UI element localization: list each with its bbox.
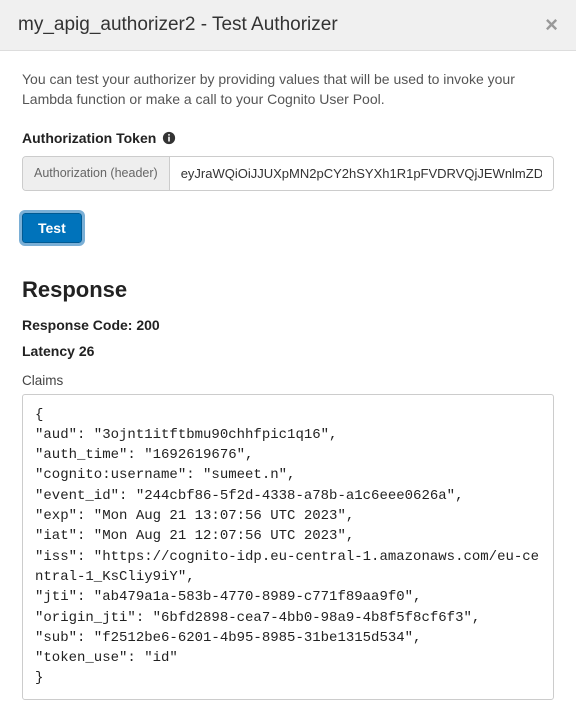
response-title: Response — [22, 277, 554, 303]
auth-token-input[interactable] — [170, 157, 553, 190]
latency-label: Latency — [22, 343, 75, 359]
latency-value: 26 — [79, 343, 95, 359]
modal-header: my_apig_authorizer2 - Test Authorizer × — [0, 0, 576, 51]
response-code: Response Code: 200 — [22, 317, 554, 333]
modal-body: You can test your authorizer by providin… — [0, 51, 576, 718]
info-icon[interactable] — [162, 131, 176, 145]
close-icon: × — [545, 12, 558, 37]
auth-token-addon: Authorization (header) — [23, 157, 170, 190]
response-code-value: 200 — [136, 317, 159, 333]
auth-token-label-row: Authorization Token — [22, 130, 554, 146]
claims-label: Claims — [22, 373, 554, 388]
auth-token-input-group: Authorization (header) — [22, 156, 554, 191]
response-code-label: Response Code: — [22, 317, 132, 333]
response-section: Response Response Code: 200 Latency 26 C… — [22, 277, 554, 700]
test-button[interactable]: Test — [22, 213, 82, 243]
modal-title: my_apig_authorizer2 - Test Authorizer — [18, 14, 338, 36]
description-text: You can test your authorizer by providin… — [22, 69, 554, 110]
auth-token-label: Authorization Token — [22, 130, 156, 146]
response-latency: Latency 26 — [22, 343, 554, 359]
close-button[interactable]: × — [545, 14, 558, 36]
claims-body: { "aud": "3ojnt1itftbmu90chhfpic1q16", "… — [22, 394, 554, 700]
